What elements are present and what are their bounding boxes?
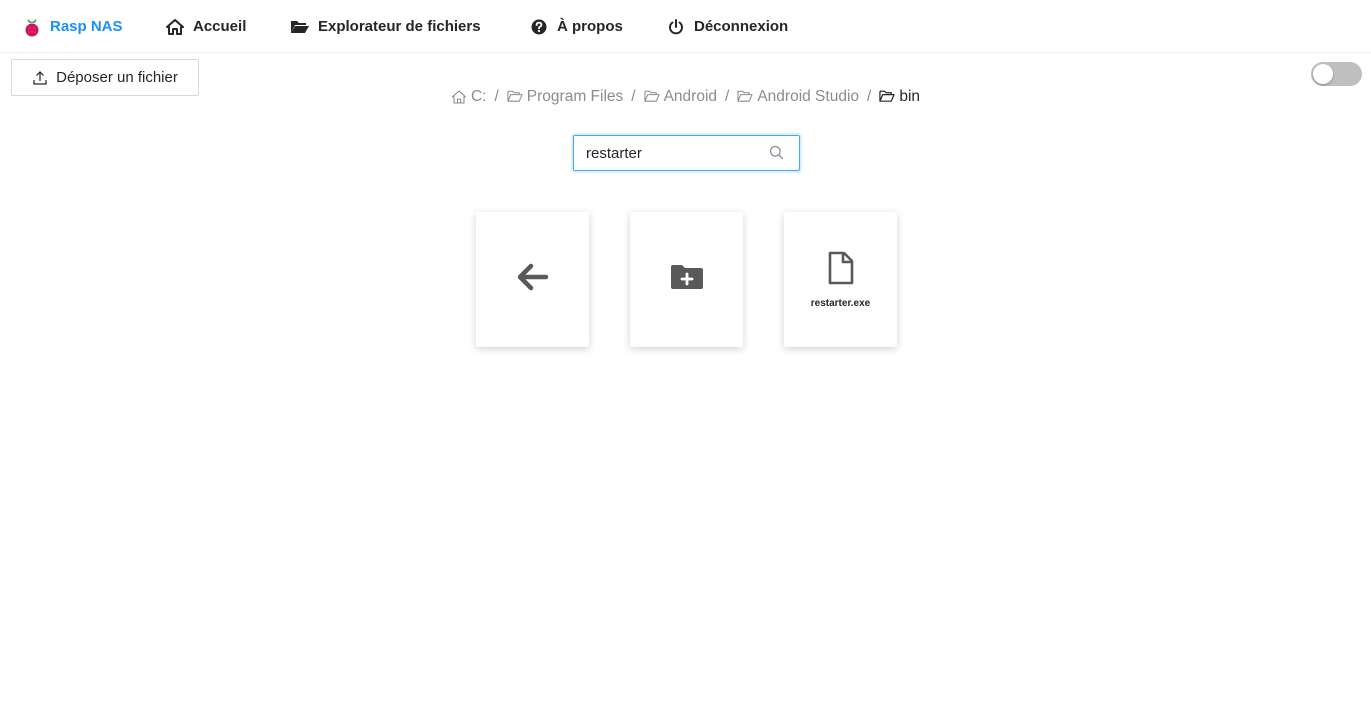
nav-home[interactable]: Accueil [165, 0, 246, 53]
file-icon [827, 251, 855, 290]
search-box [573, 135, 800, 171]
breadcrumb-label: C: [470, 88, 487, 105]
theme-toggle[interactable] [1311, 62, 1362, 86]
home-icon [165, 17, 185, 37]
folder-plus-icon [669, 263, 705, 296]
power-icon [666, 17, 686, 37]
nav-about-label: À propos [557, 18, 623, 35]
upload-icon [32, 70, 48, 86]
top-nav: Rasp NAS Accueil Explorateur de fichiers [0, 0, 1371, 53]
nav-logout-label: Déconnexion [694, 18, 789, 35]
breadcrumb-label: Program Files [526, 88, 624, 105]
breadcrumb-label: Android Studio [757, 88, 860, 105]
new-folder-card[interactable] [630, 212, 743, 347]
breadcrumb-separator: / [631, 88, 636, 105]
folder-open-icon [737, 89, 753, 105]
nav-logout[interactable]: Déconnexion [666, 0, 788, 53]
breadcrumb-item-bin: bin [879, 88, 920, 106]
breadcrumb-label: Android [663, 88, 718, 105]
back-card[interactable] [476, 212, 589, 347]
question-circle-icon [529, 17, 549, 37]
file-name: restarter.exe [810, 297, 871, 309]
breadcrumb-label: bin [899, 88, 921, 105]
breadcrumb-separator: / [494, 88, 499, 105]
breadcrumb-separator: / [867, 88, 872, 105]
breadcrumb-item-program-files[interactable]: Program Files [507, 88, 623, 106]
nav-explorer[interactable]: Explorateur de fichiers [290, 0, 481, 53]
folder-open-icon [644, 89, 660, 105]
home-icon [451, 89, 467, 105]
breadcrumb-separator: / [725, 88, 730, 105]
breadcrumb-item-android[interactable]: Android [644, 88, 717, 106]
nav-home-label: Accueil [193, 18, 247, 35]
arrow-left-icon [517, 263, 549, 296]
search-input[interactable] [574, 137, 769, 169]
breadcrumb: C: / Program Files / Android / Android S… [0, 86, 1371, 108]
breadcrumb-item-root[interactable]: C: [451, 88, 487, 106]
search-icon[interactable] [769, 145, 785, 161]
toggle-knob [1313, 64, 1333, 84]
nav-brand[interactable]: Rasp NAS [22, 0, 123, 53]
file-card[interactable]: restarter.exe [784, 212, 897, 347]
raspberry-icon [22, 17, 42, 37]
folder-open-icon [290, 17, 310, 37]
folder-open-icon [879, 89, 895, 105]
nav-explorer-label: Explorateur de fichiers [318, 18, 481, 35]
nav-brand-label: Rasp NAS [50, 18, 123, 35]
folder-open-icon [507, 89, 523, 105]
upload-file-label: Déposer un fichier [56, 69, 178, 86]
breadcrumb-item-android-studio[interactable]: Android Studio [737, 88, 859, 106]
nav-about[interactable]: À propos [529, 0, 623, 53]
